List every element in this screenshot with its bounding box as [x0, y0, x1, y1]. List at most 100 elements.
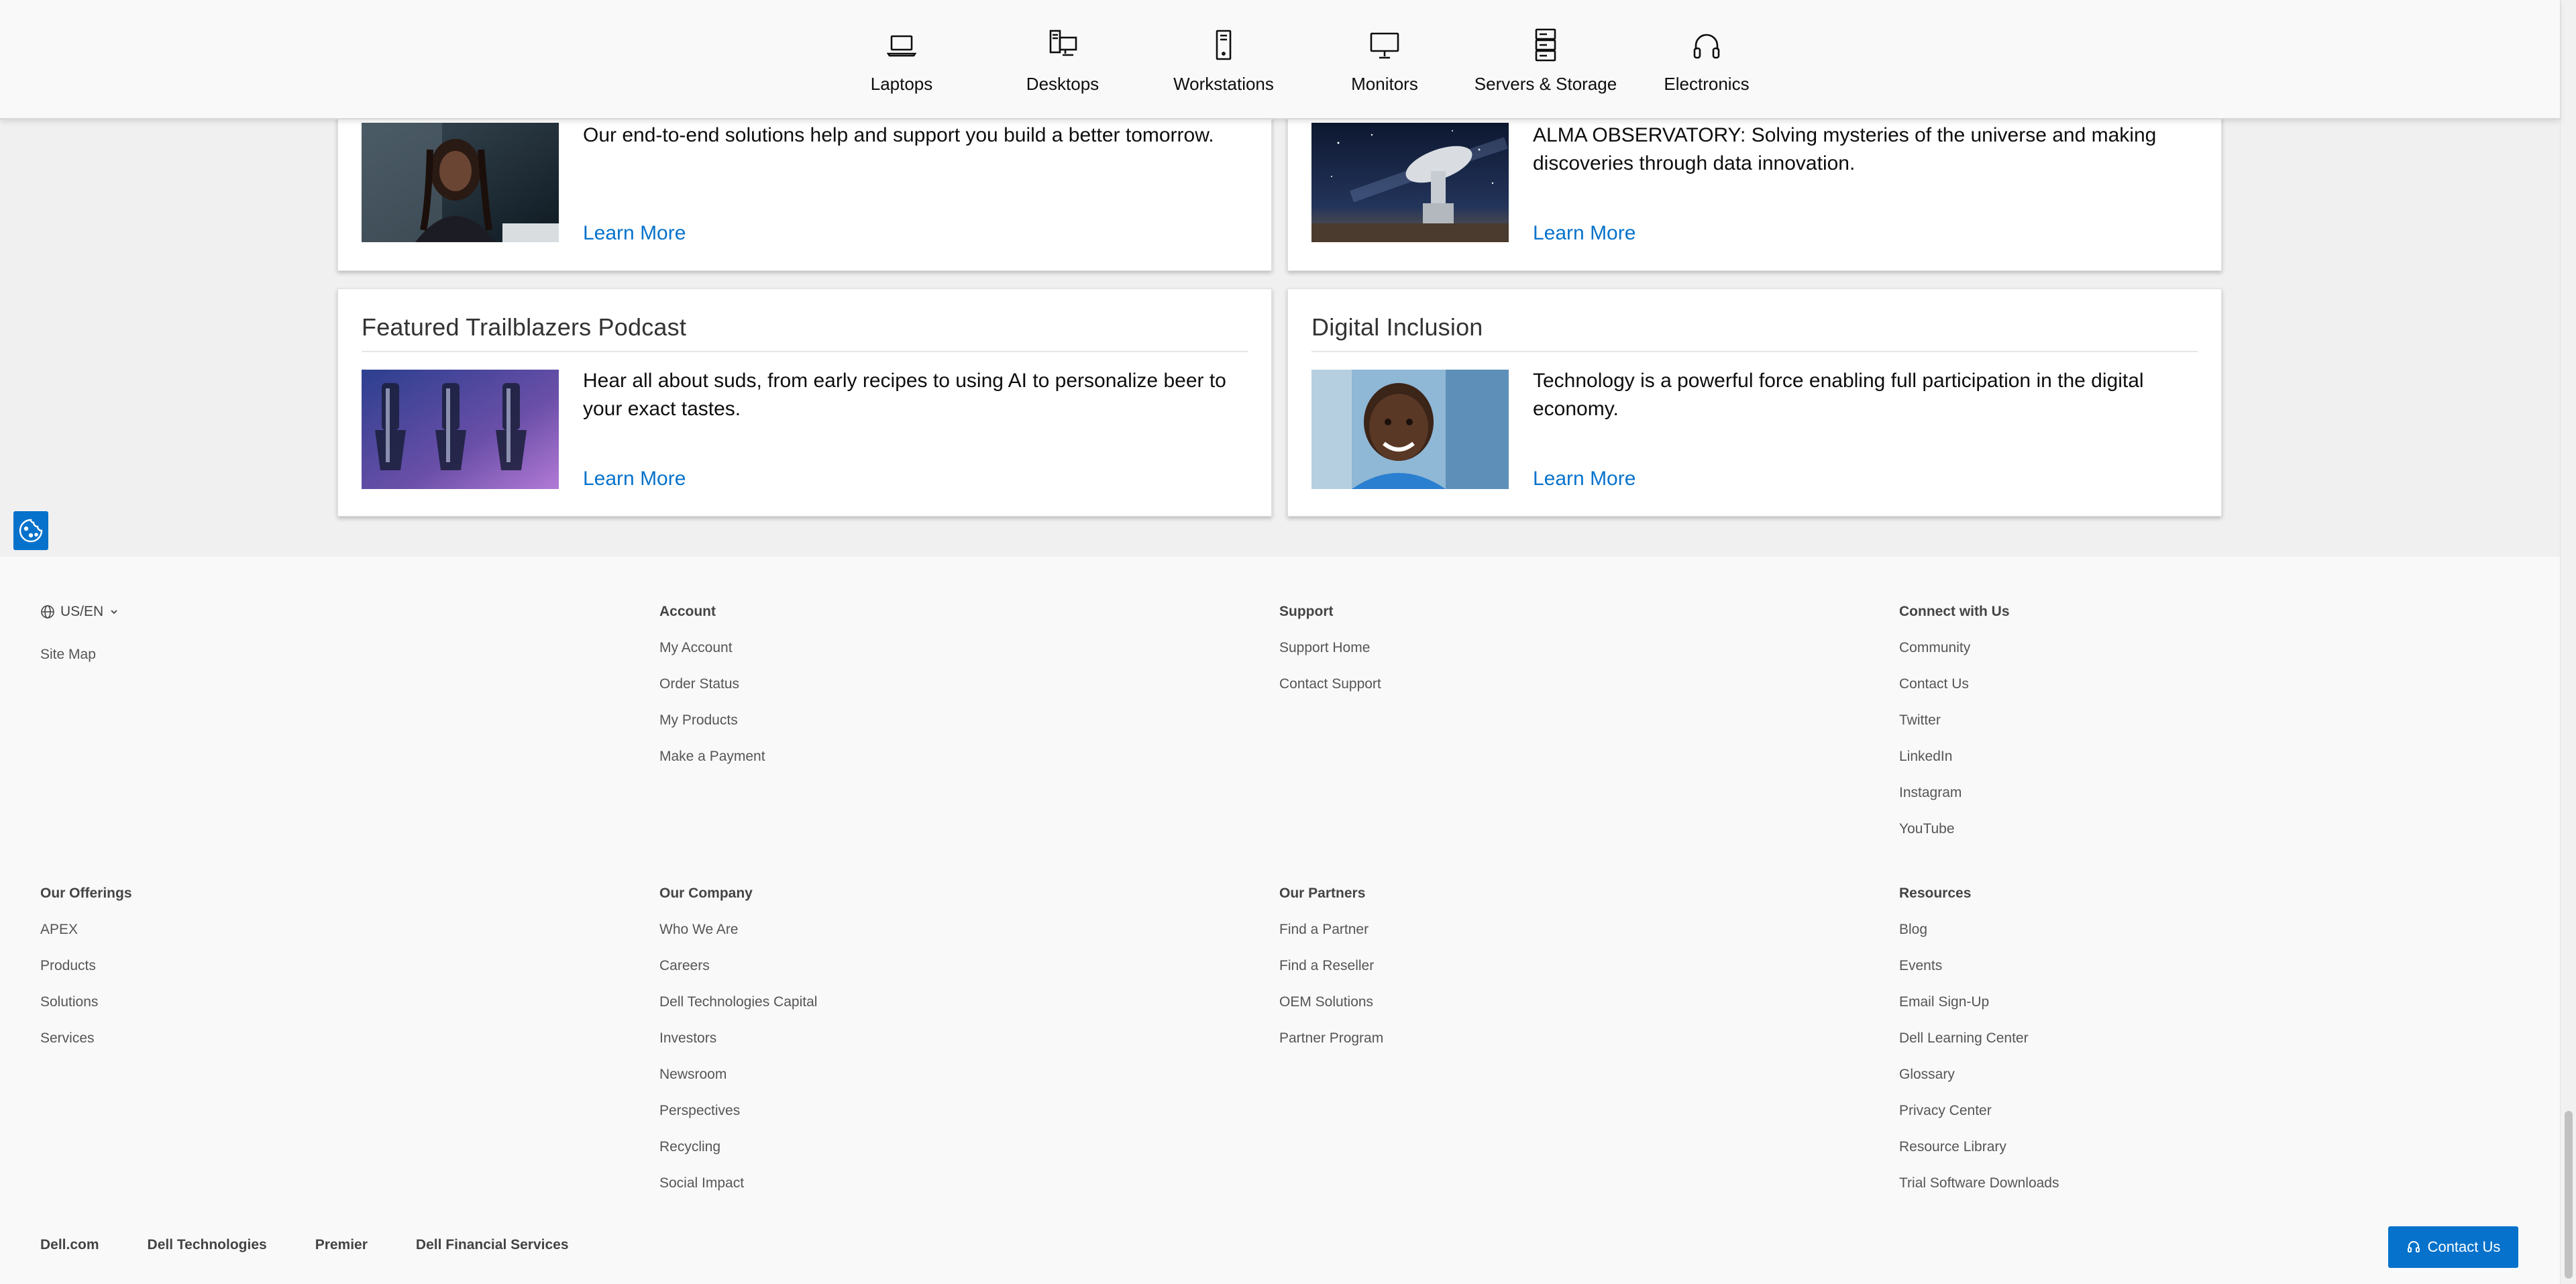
alma-learn-more-link[interactable]: Learn More — [1533, 222, 1635, 245]
footer-link[interactable]: Dell Learning Center — [1899, 1030, 2059, 1067]
footer-heading: Account — [659, 604, 716, 619]
bottom-link-dell-technologies[interactable]: Dell Technologies — [148, 1237, 267, 1253]
contact-us-label: Contact Us — [2427, 1238, 2501, 1255]
category-desktops[interactable]: Desktops — [982, 0, 1143, 119]
monitor-icon — [1370, 32, 1399, 59]
footer-link[interactable]: Privacy Center — [1899, 1103, 2059, 1139]
title-divider — [362, 351, 1248, 352]
footer-link[interactable]: Products — [40, 958, 132, 994]
footer-link[interactable]: Contact Us — [1899, 676, 2010, 712]
footer-link[interactable]: My Products — [659, 712, 765, 749]
category-label: Monitors — [1351, 74, 1418, 94]
cookie-preferences-button[interactable] — [13, 511, 48, 550]
footer-link[interactable]: Social Impact — [659, 1175, 817, 1212]
footer-heading: Our Company — [659, 886, 753, 901]
footer-link[interactable]: Email Sign-Up — [1899, 994, 2059, 1030]
footer-link[interactable]: Who We Are — [659, 922, 817, 958]
footer-link[interactable]: Careers — [659, 958, 817, 994]
server-icon — [1535, 28, 1556, 62]
category-monitors[interactable]: Monitors — [1304, 0, 1465, 119]
desktop-icon — [1049, 30, 1077, 56]
digital-inclusion-description: Technology is a powerful force enabling … — [1533, 370, 2144, 420]
woman-at-laptop-image — [362, 123, 559, 242]
solutions-description: Our end-to-end solutions help and suppor… — [583, 124, 1214, 146]
footer-link[interactable]: Glossary — [1899, 1067, 2059, 1103]
bottom-link-premier[interactable]: Premier — [315, 1237, 368, 1253]
footer-link[interactable]: Make a Payment — [659, 749, 765, 785]
footer-link[interactable]: Partner Program — [1279, 1030, 1383, 1067]
locale-selector[interactable]: US/EN — [40, 604, 119, 620]
podcast-description: Hear all about suds, from early recipes … — [583, 370, 1226, 420]
category-label: Servers & Storage — [1474, 74, 1617, 94]
footer-col-resources: Resources Blog Events Email Sign-Up Dell… — [1899, 886, 2059, 1212]
cookie-icon — [19, 519, 43, 543]
footer-link[interactable]: Community — [1899, 640, 2010, 676]
category-label: Laptops — [870, 74, 933, 94]
digital-inclusion-card: Digital Inclusion Technology is a powerf… — [1287, 288, 2222, 517]
footer-bottom-links: Dell.com Dell Technologies Premier Dell … — [40, 1237, 617, 1253]
footer-link[interactable]: Resource Library — [1899, 1139, 2059, 1175]
workstation-icon — [1216, 30, 1232, 60]
footer-link[interactable]: Order Status — [659, 676, 765, 712]
footer-link[interactable]: Find a Reseller — [1279, 958, 1383, 994]
bottom-link-dell-financial-services[interactable]: Dell Financial Services — [416, 1237, 569, 1253]
footer-link[interactable]: Investors — [659, 1030, 817, 1067]
category-label: Workstations — [1173, 74, 1274, 94]
product-category-bar: Laptops Desktops Workstations Monitors S… — [0, 0, 2560, 119]
laptop-icon — [886, 35, 917, 57]
category-electronics[interactable]: Electronics — [1626, 0, 1787, 119]
footer-heading: Resources — [1899, 886, 1972, 901]
footer-col-connect: Connect with Us Community Contact Us Twi… — [1899, 604, 2010, 857]
footer-link[interactable]: LinkedIn — [1899, 749, 2010, 785]
footer-col-company: Our Company Who We Are Careers Dell Tech… — [659, 886, 817, 1212]
headphones-icon — [1693, 34, 1720, 59]
footer-heading: Our Partners — [1279, 886, 1366, 901]
category-label: Desktops — [1026, 74, 1099, 94]
podcast-title: Featured Trailblazers Podcast — [362, 313, 687, 341]
footer-link[interactable]: Find a Partner — [1279, 922, 1383, 958]
locale-label: US/EN — [60, 604, 104, 619]
observatory-image — [1311, 123, 1509, 242]
alma-observatory-description: ALMA OBSERVATORY: Solving mysteries of t… — [1533, 124, 2157, 174]
globe-icon — [41, 605, 54, 619]
smiling-child-image — [1311, 370, 1509, 489]
footer-link[interactable]: Solutions — [40, 994, 132, 1030]
footer-link[interactable]: Blog — [1899, 922, 2059, 958]
podcast-card: Featured Trailblazers Podcast Hear all a… — [337, 288, 1272, 517]
digital-inclusion-title: Digital Inclusion — [1311, 313, 1483, 341]
headset-icon — [2407, 1241, 2420, 1252]
footer-link[interactable]: Perspectives — [659, 1103, 817, 1139]
footer-link[interactable]: Instagram — [1899, 785, 2010, 821]
footer-link[interactable]: Support Home — [1279, 640, 1381, 676]
category-workstations[interactable]: Workstations — [1143, 0, 1304, 119]
footer-link[interactable]: Twitter — [1899, 712, 2010, 749]
footer-link[interactable]: Dell Technologies Capital — [659, 994, 817, 1030]
footer-link[interactable]: Trial Software Downloads — [1899, 1175, 2059, 1212]
beer-taps-image — [362, 370, 559, 489]
page-scrollbar[interactable] — [2560, 0, 2576, 1284]
podcast-learn-more-link[interactable]: Learn More — [583, 468, 686, 490]
title-divider — [1311, 351, 2198, 352]
footer-col-partners: Our Partners Find a Partner Find a Resel… — [1279, 886, 1383, 1067]
footer-link[interactable]: Services — [40, 1030, 132, 1067]
footer-link[interactable]: Newsroom — [659, 1067, 817, 1103]
footer-link[interactable]: YouTube — [1899, 821, 2010, 857]
footer-link[interactable]: Contact Support — [1279, 676, 1381, 712]
chevron-down-icon — [111, 610, 117, 614]
site-map-link[interactable]: Site Map — [40, 647, 96, 663]
category-servers-storage[interactable]: Servers & Storage — [1465, 0, 1626, 119]
footer-link[interactable]: APEX — [40, 922, 132, 958]
category-label: Electronics — [1664, 74, 1750, 94]
footer-link[interactable]: Events — [1899, 958, 2059, 994]
site-footer: US/EN Site Map Account My Account Order … — [0, 557, 2560, 1284]
contact-us-button[interactable]: Contact Us — [2388, 1226, 2518, 1268]
footer-link[interactable]: Recycling — [659, 1139, 817, 1175]
category-laptops[interactable]: Laptops — [821, 0, 982, 119]
digital-inclusion-learn-more-link[interactable]: Learn More — [1533, 468, 1635, 490]
solutions-learn-more-link[interactable]: Learn More — [583, 222, 686, 245]
footer-link[interactable]: My Account — [659, 640, 765, 676]
scrollbar-thumb[interactable] — [2565, 1111, 2573, 1279]
footer-link[interactable]: OEM Solutions — [1279, 994, 1383, 1030]
bottom-link-dell-com[interactable]: Dell.com — [40, 1237, 99, 1253]
footer-heading: Connect with Us — [1899, 604, 2010, 619]
